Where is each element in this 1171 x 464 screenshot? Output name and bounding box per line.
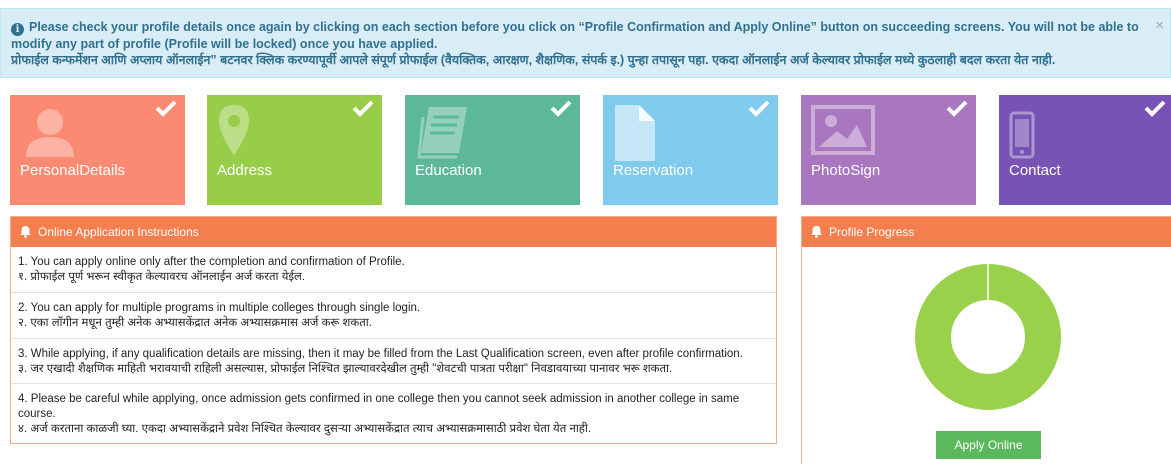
instructions-panel: Online Application Instructions 1. You c… — [10, 216, 777, 444]
info-icon: i — [11, 23, 24, 36]
book-icon — [417, 107, 467, 159]
apply-online-button[interactable]: Apply Online — [936, 431, 1041, 459]
progress-panel-header: Profile Progress — [802, 217, 1171, 247]
profile-progress-panel: Profile Progress Apply Online — [801, 216, 1171, 464]
progress-donut-chart — [915, 263, 1061, 410]
profile-warning-alert: i Please check your profile details once … — [0, 8, 1171, 78]
tile-label: Education — [415, 162, 482, 179]
mobile-icon — [1009, 111, 1035, 159]
tile-label: Address — [217, 162, 273, 179]
checkmark-icon — [1144, 100, 1166, 117]
map-marker-icon — [219, 105, 249, 155]
alert-marathi-text: प्रोफाईल कन्फर्मेशन आणि अप्लाय ऑनलाईन” ब… — [11, 53, 1056, 67]
instruction-item: 1. You can apply online only after the c… — [11, 247, 776, 293]
alert-english-text: i Please check your profile details once … — [11, 20, 1139, 51]
checkmark-icon — [155, 100, 177, 117]
instructions-title: Online Application Instructions — [38, 225, 199, 239]
tile-contact[interactable]: Contact — [999, 95, 1171, 205]
tile-label: PhotoSign — [811, 162, 881, 179]
document-icon — [615, 105, 655, 161]
instruction-item: 3. While applying, if any qualification … — [11, 339, 776, 384]
checkmark-icon — [550, 100, 572, 117]
instruction-item: 4. Please be careful while applying, onc… — [18, 393, 740, 435]
bell-icon — [811, 226, 822, 238]
tile-education[interactable]: Education — [405, 95, 580, 205]
close-icon[interactable]: × — [1155, 18, 1164, 33]
checkmark-icon — [946, 100, 968, 117]
instructions-panel-header: Online Application Instructions — [11, 217, 776, 247]
tile-label: Contact — [1009, 162, 1061, 179]
tile-reservation[interactable]: Reservation — [603, 95, 778, 205]
user-icon — [26, 109, 74, 157]
progress-title: Profile Progress — [829, 225, 915, 239]
bell-icon — [20, 226, 31, 238]
tile-label: Reservation — [613, 162, 694, 179]
checkmark-icon — [748, 100, 770, 117]
checkmark-icon — [352, 100, 374, 117]
image-icon — [811, 105, 875, 155]
instruction-item: 2. You can apply for multiple programs i… — [11, 293, 776, 339]
tile-personal-details[interactable]: PersonalDetails — [10, 95, 185, 205]
tile-label: PersonalDetails — [20, 162, 126, 179]
tile-photo-sign[interactable]: PhotoSign — [801, 95, 976, 205]
tile-address[interactable]: Address — [207, 95, 382, 205]
